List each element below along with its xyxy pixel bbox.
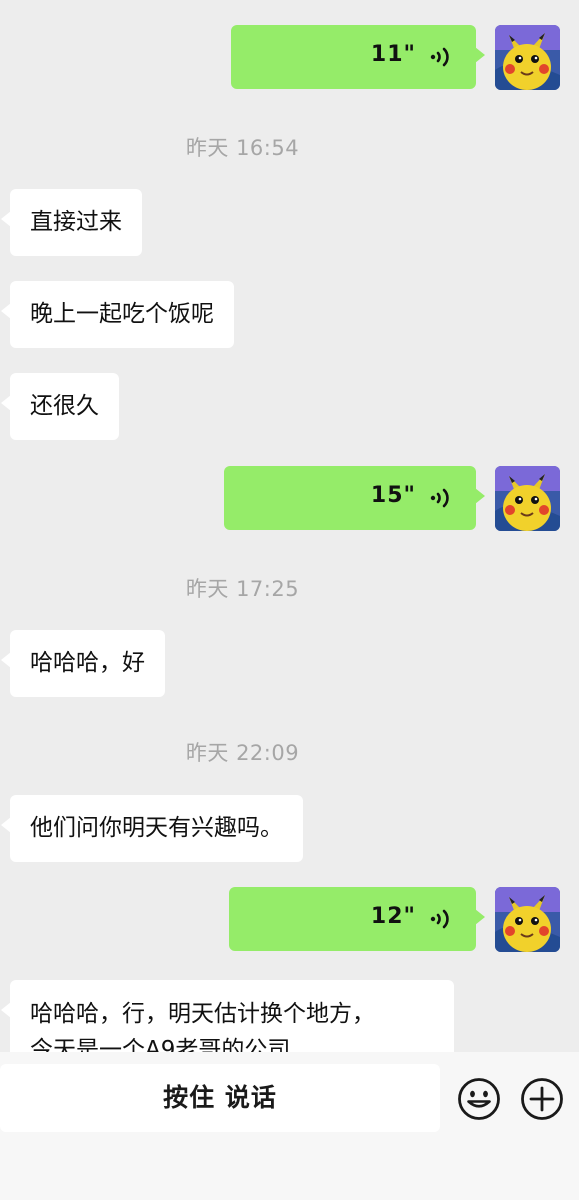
hold-to-talk-button[interactable]: 按住 说话 xyxy=(0,1064,440,1132)
timestamp: 昨天 16:54 xyxy=(185,136,300,160)
avatar[interactable] xyxy=(495,887,560,952)
avatar[interactable] xyxy=(495,466,560,531)
voice-wave-icon xyxy=(430,488,449,508)
message-line: 今天是一个A9老哥的公司 xyxy=(30,1037,291,1052)
text-message-bubble[interactable]: 晚上一起吃个饭呢 xyxy=(1,281,234,348)
voice-message-bubble[interactable]: 11" xyxy=(231,25,485,89)
voice-wave-icon xyxy=(430,909,449,929)
text-message-bubble[interactable]: 哈哈哈，行，明天估计换个地方， 今天是一个A9老哥的公司 xyxy=(1,980,454,1052)
voice-message-bubble[interactable]: 12" xyxy=(229,887,485,951)
message-list[interactable]: 11" 昨天 16:54 直接过来 晚上一起吃个饭呢 还很久 15" 昨天 17… xyxy=(0,0,579,1052)
message-line: 哈哈哈，行，明天估计换个地方， xyxy=(30,1001,375,1027)
voice-duration: 11" xyxy=(370,42,416,67)
text-message-bubble[interactable]: 哈哈哈，好 xyxy=(1,630,165,697)
text-message-bubble[interactable]: 直接过来 xyxy=(1,189,142,256)
input-bar: 按住 说话 xyxy=(0,1052,579,1200)
emoji-icon[interactable] xyxy=(457,1077,501,1121)
voice-message-bubble[interactable]: 15" xyxy=(224,466,485,530)
timestamp: 昨天 17:25 xyxy=(185,577,300,601)
avatar[interactable] xyxy=(495,25,560,90)
text-message-bubble[interactable]: 还很久 xyxy=(1,373,119,440)
timestamp: 昨天 22:09 xyxy=(185,741,300,765)
plus-icon[interactable] xyxy=(520,1077,564,1121)
text-message-bubble[interactable]: 他们问你明天有兴趣吗。 xyxy=(1,795,303,862)
voice-duration: 12" xyxy=(370,904,416,929)
voice-wave-icon xyxy=(430,47,449,67)
chat-screen: 11" 昨天 16:54 直接过来 晚上一起吃个饭呢 还很久 15" 昨天 17… xyxy=(0,0,579,1200)
voice-duration: 15" xyxy=(370,483,416,508)
